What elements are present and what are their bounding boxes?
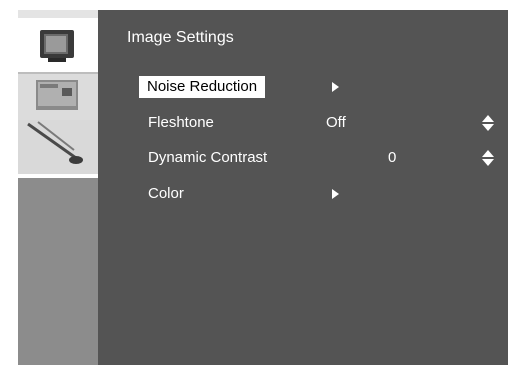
menu-title: Image Settings — [127, 29, 234, 46]
up-down-arrows-icon[interactable] — [482, 150, 494, 166]
menu-item-dynamic-contrast[interactable]: Dynamic Contrast 0 — [148, 147, 508, 169]
menu-item-value: 0 — [388, 149, 397, 166]
menu-item-label: Noise Reduction — [139, 76, 266, 98]
sidebar — [18, 10, 98, 365]
chevron-right-icon — [332, 82, 339, 92]
tab-picture[interactable] — [18, 18, 98, 74]
sidebar-separator — [18, 174, 98, 178]
chevron-right-icon — [332, 189, 339, 199]
tv-picture-icon — [40, 30, 74, 62]
tab-display[interactable] — [18, 74, 98, 120]
menu-item-label: Fleshtone — [148, 114, 214, 131]
menu-item-color[interactable]: Color — [148, 183, 508, 205]
tools-icon — [27, 121, 83, 164]
menu-item-noise-reduction[interactable]: Noise Reduction — [139, 76, 508, 98]
menu-item-value: Off — [326, 114, 346, 131]
display-icon — [36, 80, 78, 110]
up-down-arrows-icon[interactable] — [482, 115, 494, 131]
menu-item-fleshtone[interactable]: Fleshtone Off — [148, 112, 508, 134]
menu-item-label: Dynamic Contrast — [148, 149, 268, 166]
tab-tools[interactable] — [18, 120, 98, 174]
osd-screen: Image Settings Noise Reduction Fleshtone… — [18, 10, 508, 365]
menu-item-label: Color — [148, 185, 184, 202]
